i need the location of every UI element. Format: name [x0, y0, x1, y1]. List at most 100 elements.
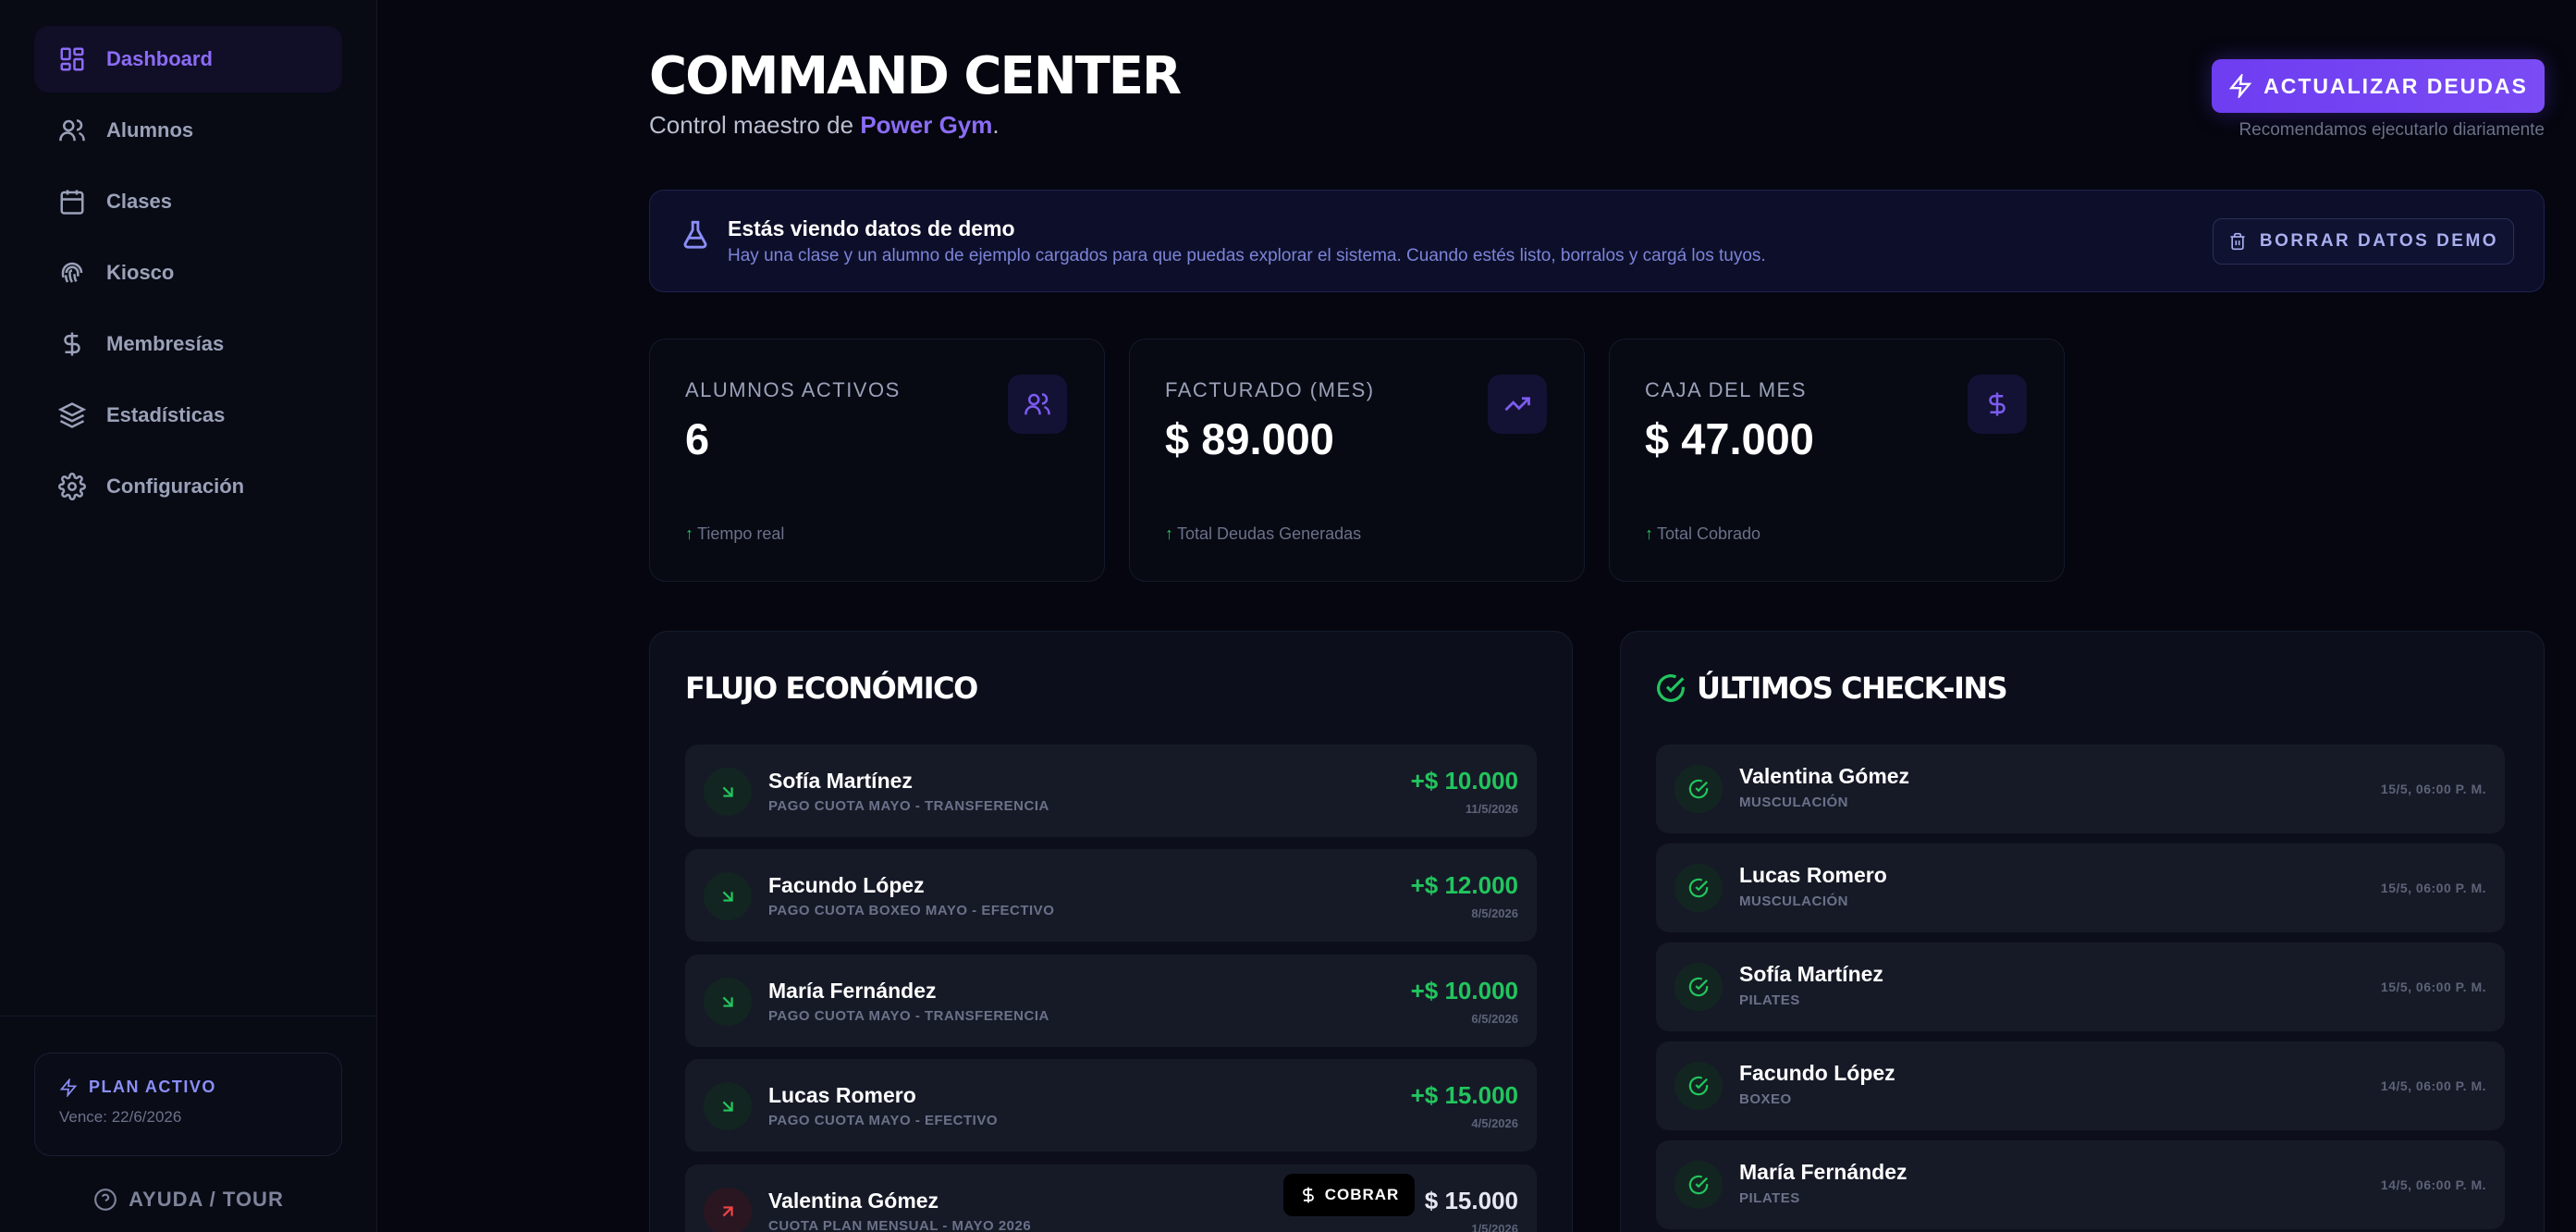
debt-badge	[704, 1188, 752, 1232]
checkin-time: 15/5, 06:00 P. M.	[2380, 782, 2486, 796]
charge-button[interactable]: COBRAR	[1283, 1174, 1415, 1216]
stat-value: $ 89.000	[1165, 414, 1334, 463]
checkin-class: MUSCULACIÓN	[1739, 893, 1848, 909]
transaction-row[interactable]: Lucas Romero PAGO CUOTA MAYO - EFECTIVO …	[685, 1059, 1537, 1152]
stat-card-facturado: FACTURADO (MES) $ 89.000 ↑ Total Deudas G…	[1129, 339, 1585, 582]
income-badge	[704, 978, 752, 1026]
plan-title-text: PLAN ACTIVO	[89, 1078, 216, 1096]
arrow-up-right-icon	[722, 1206, 733, 1217]
lightning-icon	[59, 1078, 78, 1097]
transaction-date: 1/5/2026	[1471, 1222, 1518, 1232]
stat-label: ALUMNOS ACTIVOS	[685, 378, 901, 401]
transaction-description: PAGO CUOTA MAYO - EFECTIVO	[768, 1113, 999, 1128]
transaction-date: 8/5/2026	[1471, 906, 1518, 920]
transaction-amount: +$ 12.000	[1410, 871, 1518, 899]
checkin-row[interactable]: Valentina Gómez MUSCULACIÓN 15/5, 06:00 …	[1656, 745, 2505, 833]
transaction-row[interactable]: Sofía Martínez PAGO CUOTA MAYO - TRANSFE…	[685, 745, 1537, 837]
sidebar-item-membresias[interactable]: Membresías	[34, 311, 342, 377]
panel-title-text: ÚLTIMOS CHECK-INS	[1697, 671, 2008, 706]
stat-value: 6	[685, 414, 710, 463]
stat-footnote: ↑ Tiempo real	[685, 524, 784, 544]
checkin-name: Sofía Martínez	[1739, 962, 1883, 986]
stat-footnote: ↑ Total Cobrado	[1645, 524, 1760, 544]
check-circle-icon	[1688, 878, 1709, 898]
checkin-badge	[1674, 963, 1723, 1011]
checkin-row[interactable]: Facundo López BOXEO 14/5, 06:00 P. M.	[1656, 1041, 2505, 1130]
sidebar-item-clases[interactable]: Clases	[34, 168, 342, 235]
transaction-row-pending[interactable]: Valentina Gómez CUOTA PLAN MENSUAL - MAY…	[685, 1164, 1537, 1232]
transaction-amount: $ 15.000	[1424, 1187, 1518, 1214]
help-tour-label: AYUDA / TOUR	[129, 1188, 284, 1211]
arrow-up-icon: ↑	[1165, 524, 1173, 543]
stat-icon-box	[1968, 375, 2027, 434]
checkin-badge	[1674, 1161, 1723, 1209]
sidebar-item-label: Estadísticas	[106, 403, 226, 426]
transaction-row[interactable]: Facundo López PAGO CUOTA BOXEO MAYO - EF…	[685, 849, 1537, 942]
transaction-name: Facundo López	[768, 873, 925, 897]
transaction-description: CUOTA PLAN MENSUAL - MAYO 2026	[768, 1218, 1032, 1232]
sidebar-item-label: Dashboard	[106, 47, 213, 70]
sidebar-item-label: Kiosco	[106, 261, 175, 284]
plan-title: PLAN ACTIVO	[59, 1078, 317, 1097]
checkin-name: María Fernández	[1739, 1160, 1907, 1184]
check-circle-icon	[1688, 779, 1709, 799]
sidebar-item-label: Alumnos	[106, 118, 194, 142]
dollar-icon	[1302, 1187, 1314, 1203]
checkin-time: 14/5, 06:00 P. M.	[2380, 1177, 2486, 1192]
delete-demo-button[interactable]: BORRAR DATOS DEMO	[2213, 218, 2514, 265]
calendar-icon	[60, 190, 84, 215]
lightning-icon	[2228, 74, 2252, 98]
sidebar-item-dashboard[interactable]: Dashboard	[34, 26, 342, 92]
subtitle-text: Control maestro de	[649, 111, 861, 139]
page-title: COMMAND CENTER	[649, 46, 1182, 106]
stat-card-alumnos: ALUMNOS ACTIVOS 6 ↑ Tiempo real	[649, 339, 1105, 582]
help-circle-icon	[94, 1189, 117, 1211]
income-badge	[704, 1082, 752, 1130]
flask-icon	[683, 220, 707, 249]
checkin-row[interactable]: María Fernández PILATES 14/5, 06:00 P. M…	[1656, 1140, 2505, 1229]
help-tour-button[interactable]: AYUDA / TOUR	[0, 1188, 377, 1212]
checkin-class: BOXEO	[1739, 1091, 1792, 1107]
dollar-icon	[1989, 392, 2006, 416]
sidebar-item-estadisticas[interactable]: Estadísticas	[34, 382, 342, 449]
transaction-row[interactable]: María Fernández PAGO CUOTA MAYO - TRANSF…	[685, 955, 1537, 1047]
checkins-panel: ÚLTIMOS CHECK-INS Valentina Gómez MUSCUL…	[1620, 631, 2545, 1232]
update-debts-button[interactable]: ACTUALIZAR DEUDAS	[2212, 59, 2545, 113]
brand-name: Power Gym	[860, 111, 993, 139]
trending-up-icon	[1504, 397, 1530, 412]
checkin-row[interactable]: Sofía Martínez PILATES 15/5, 06:00 P. M.	[1656, 942, 2505, 1031]
plan-expiry: Vence: 22/6/2026	[59, 1108, 182, 1126]
sidebar-item-kiosco[interactable]: Kiosco	[34, 240, 342, 306]
checkin-class: PILATES	[1739, 992, 1800, 1008]
page-subtitle: Control maestro de Power Gym.	[649, 111, 1000, 140]
checkin-badge	[1674, 1062, 1723, 1110]
checkin-time: 15/5, 06:00 P. M.	[2380, 881, 2486, 895]
transaction-date: 11/5/2026	[1465, 802, 1518, 816]
stat-footnote: ↑ Total Deudas Generadas	[1165, 524, 1361, 544]
checkin-time: 14/5, 06:00 P. M.	[2380, 1078, 2486, 1093]
demo-title: Estás viendo datos de demo	[728, 216, 1015, 240]
check-circle-icon	[1688, 1076, 1709, 1096]
panel-title: ÚLTIMOS CHECK-INS	[1656, 671, 2008, 706]
checkin-row[interactable]: Lucas Romero MUSCULACIÓN 15/5, 06:00 P. …	[1656, 844, 2505, 932]
sidebar-item-label: Configuración	[106, 474, 245, 498]
checkin-name: Valentina Gómez	[1739, 764, 1910, 788]
economic-flow-panel: FLUJO ECONÓMICO Sofía Martínez PAGO CUOT…	[649, 631, 1573, 1232]
subtitle-suffix: .	[992, 111, 1000, 139]
check-circle-icon	[1688, 1175, 1709, 1195]
stat-icon-box	[1488, 375, 1547, 434]
sidebar-item-configuracion[interactable]: Configuración	[34, 453, 342, 520]
stat-value: $ 47.000	[1645, 414, 1814, 463]
panel-title-text: FLUJO ECONÓMICO	[685, 671, 978, 706]
transaction-name: María Fernández	[768, 979, 937, 1003]
plan-card: PLAN ACTIVO Vence: 22/6/2026	[34, 1053, 342, 1156]
arrow-down-right-icon	[722, 786, 733, 797]
checkin-class: PILATES	[1739, 1190, 1800, 1206]
arrow-up-icon: ↑	[685, 524, 693, 543]
dollar-icon	[64, 332, 80, 356]
arrow-down-right-icon	[722, 996, 733, 1007]
checkin-name: Lucas Romero	[1739, 863, 1887, 887]
stat-footnote-text: Tiempo real	[697, 524, 785, 543]
sidebar-item-alumnos[interactable]: Alumnos	[34, 97, 342, 164]
checkin-time: 15/5, 06:00 P. M.	[2380, 979, 2486, 994]
